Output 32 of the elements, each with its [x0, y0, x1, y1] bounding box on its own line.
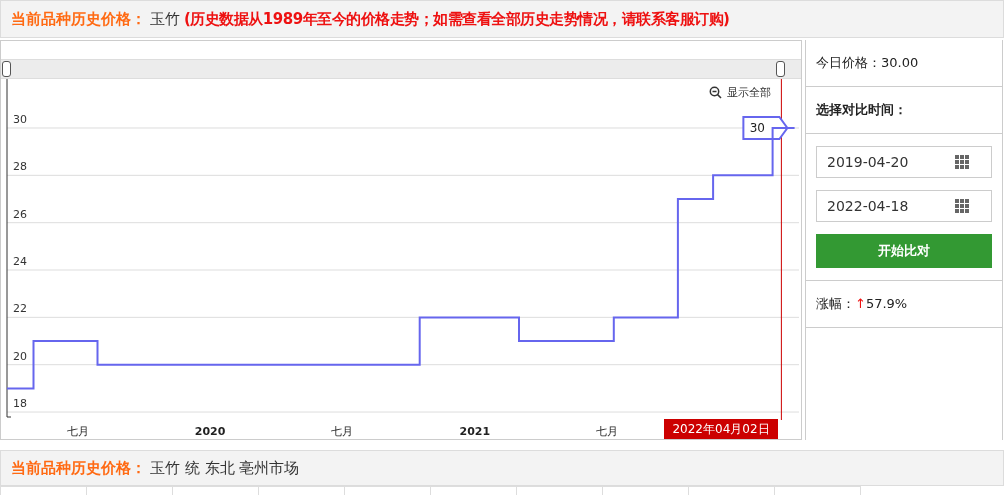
value-tooltip: 30 [742, 116, 789, 140]
y-tick-label: 28 [13, 160, 27, 174]
compare-title: 选择对比时间： [806, 87, 1002, 134]
y-tick-label: 18 [13, 397, 27, 411]
market-detail: 玉竹 统 东北 亳州市场 [150, 458, 300, 478]
calendar-grid-icon [955, 199, 969, 213]
zoom-out-icon [709, 86, 722, 99]
range-handle[interactable] [776, 61, 785, 77]
date-badge: 2022年04月02日 [664, 419, 778, 439]
variety-name: 玉竹 [150, 9, 180, 29]
y-tick-label: 24 [13, 255, 27, 268]
price-change: 涨幅：↑57.9% [806, 281, 1002, 328]
y-tick-label: 22 [13, 302, 27, 316]
date-field[interactable]: 2022-04-18 [816, 190, 992, 222]
show-all-button[interactable]: 显示全部 [709, 85, 771, 100]
calendar-grid-icon [955, 155, 969, 169]
history-price-label: 当前品种历史价格： [11, 458, 146, 478]
range-handle[interactable] [2, 61, 11, 77]
x-tick-label: 七月 [331, 425, 354, 438]
x-tick-label: 2021 [459, 425, 491, 438]
date-field[interactable]: 2019-04-20 [816, 146, 992, 178]
compare-button[interactable]: 开始比对 [816, 234, 992, 268]
history-price-label: 当前品种历史价格： [11, 9, 146, 29]
x-tick-label: 七月 [596, 425, 619, 438]
y-tick-label: 20 [13, 349, 27, 363]
x-tick-label: 2020 [194, 425, 226, 438]
y-tick-label: 30 [13, 113, 27, 126]
y-tick-label: 26 [13, 207, 27, 221]
history-note: (历史数据从1989年至今的价格走势；如需查看全部历史走势情况，请联系客服订购) [184, 9, 730, 29]
range-scrollbar[interactable] [1, 59, 801, 79]
x-tick-label: 七月 [66, 425, 89, 438]
today-price: 今日价格：30.00 [806, 40, 1002, 87]
